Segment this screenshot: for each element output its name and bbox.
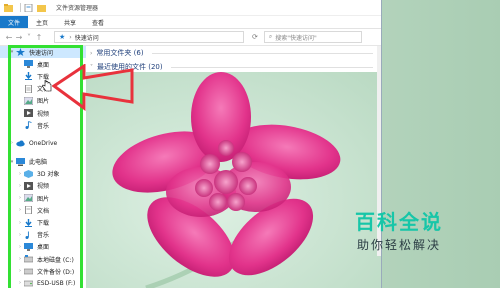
- watermark-title: 百科全说: [355, 210, 443, 234]
- forward-icon[interactable]: →: [14, 33, 24, 42]
- tab-home[interactable]: 主页: [28, 16, 56, 28]
- search-placeholder: 搜索"快速访问": [275, 34, 317, 42]
- tab-share[interactable]: 共享: [56, 16, 84, 28]
- ribbon: 文件 主页 共享 查看: [0, 16, 381, 29]
- chevron-down-icon[interactable]: ˅: [24, 33, 34, 42]
- window-title: 文件资源管理器: [56, 5, 99, 12]
- address-field[interactable]: ★ › 快速访问: [54, 31, 244, 43]
- separator: [20, 3, 21, 12]
- refresh-icon[interactable]: ⟳: [252, 33, 258, 41]
- file-explorer-window: 文件资源管理器 文件 主页 共享 查看 ← → ˅ ↑ ★ › 快速访问 ⟳ ⌕…: [0, 0, 382, 288]
- divider: [151, 52, 373, 54]
- folder-icon: [4, 3, 13, 12]
- address-bar: ← → ˅ ↑ ★ › 快速访问 ⟳ ⌕ 搜索"快速访问": [0, 29, 381, 46]
- group-frequent-folders[interactable]: › 常用文件夹 (6): [86, 46, 381, 60]
- breadcrumb-sep: ›: [69, 33, 72, 41]
- pin-icon: ★: [59, 33, 66, 41]
- up-icon[interactable]: ↑: [34, 33, 44, 42]
- properties-icon[interactable]: [24, 3, 33, 12]
- annotation-arrow: [52, 64, 134, 111]
- search-input[interactable]: ⌕ 搜索"快速访问": [263, 31, 362, 43]
- tab-view[interactable]: 查看: [84, 16, 112, 28]
- tab-file[interactable]: 文件: [0, 16, 29, 28]
- hand-cursor-icon: [42, 80, 52, 92]
- watermark: 百科全说 助你轻松解决: [338, 206, 460, 260]
- divider: [170, 66, 373, 68]
- chevron-right-icon[interactable]: ›: [90, 50, 92, 57]
- search-icon: ⌕: [268, 33, 273, 40]
- back-icon[interactable]: ←: [4, 33, 14, 42]
- title-bar: 文件资源管理器: [0, 0, 381, 16]
- address-path: 快速访问: [74, 34, 99, 42]
- watermark-subtitle: 助你轻松解决: [356, 238, 441, 252]
- new-folder-icon[interactable]: [37, 4, 46, 12]
- group-frequent-folders-label: 常用文件夹 (6): [96, 49, 144, 57]
